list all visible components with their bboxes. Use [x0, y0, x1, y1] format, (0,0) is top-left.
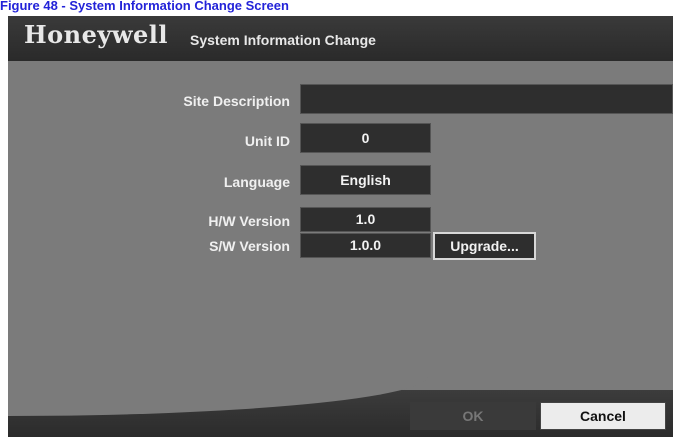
unit-id-field[interactable]: 0	[300, 123, 431, 153]
hw-version-label: H/W Version	[208, 213, 290, 229]
window-title: System Information Change	[190, 32, 376, 48]
site-description-label: Site Description	[183, 93, 290, 109]
cancel-button[interactable]: Cancel	[540, 402, 666, 430]
ok-button[interactable]: OK	[410, 402, 536, 430]
upgrade-button[interactable]: Upgrade...	[433, 232, 536, 260]
title-bar: Honeywell System Information Change	[8, 16, 673, 61]
sw-version-field: 1.0.0	[300, 233, 431, 258]
site-description-field[interactable]	[300, 84, 673, 114]
system-information-window: Honeywell System Information Change Site…	[8, 16, 673, 437]
language-field[interactable]: English	[300, 165, 431, 195]
unit-id-label: Unit ID	[244, 133, 290, 149]
language-label: Language	[223, 174, 290, 190]
figure-caption: Figure 48 - System Information Change Sc…	[0, 0, 289, 13]
sw-version-label: S/W Version	[209, 238, 290, 254]
hw-version-field: 1.0	[300, 207, 431, 232]
brand-logo: Honeywell	[24, 20, 169, 49]
